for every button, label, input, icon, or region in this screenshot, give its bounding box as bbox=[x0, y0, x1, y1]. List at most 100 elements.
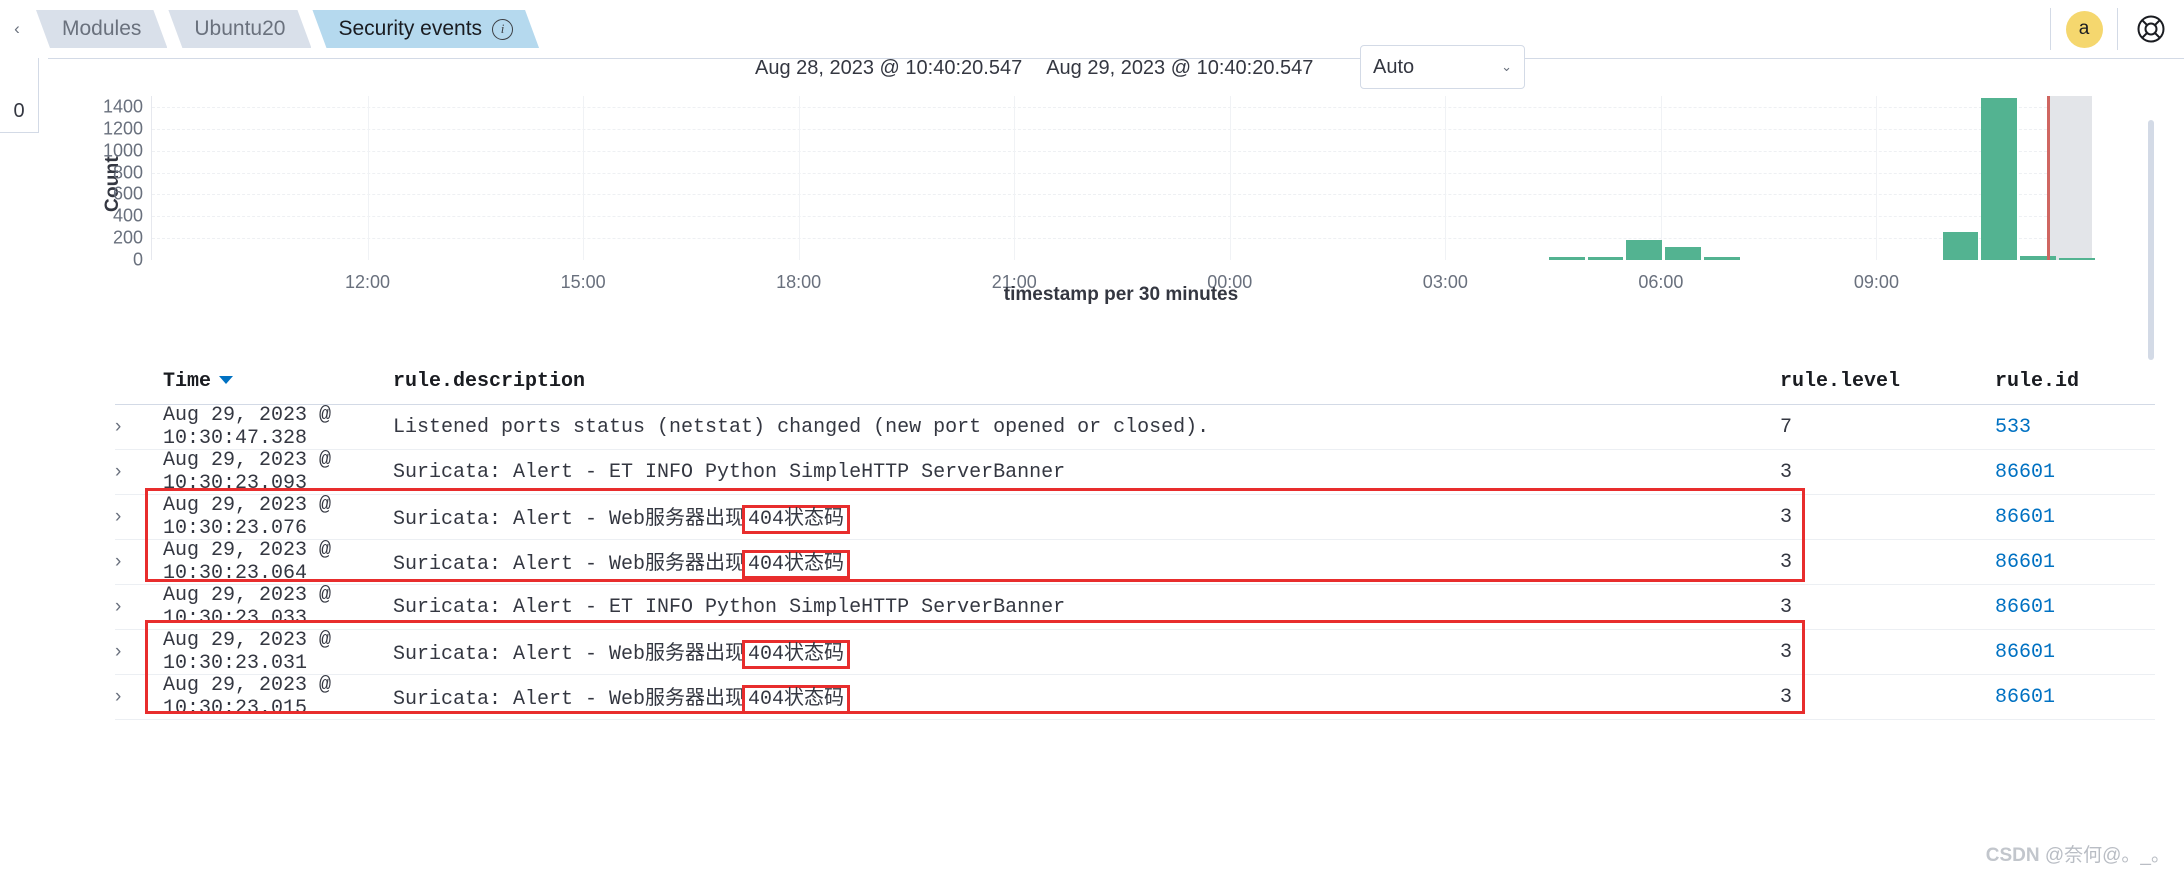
cell-rule-level: 7 bbox=[1780, 415, 1793, 439]
lifebuoy-icon bbox=[2137, 15, 2165, 43]
description-text: Suricata: Alert - ET INFO Python SimpleH… bbox=[393, 595, 1066, 619]
chart-gridline bbox=[152, 216, 2092, 218]
expand-row-icon[interactable]: › bbox=[115, 641, 163, 663]
cell-rule-id: 86601 bbox=[1995, 551, 2155, 574]
annotation-highlight: 404状态码 bbox=[742, 549, 851, 579]
chart-vertical-gridline bbox=[1445, 96, 1447, 260]
breadcrumb-label: Security events bbox=[338, 17, 483, 40]
description-text: Suricata: Alert - Web服务器出现 bbox=[393, 642, 746, 666]
column-header-rule-description[interactable]: rule.description bbox=[393, 370, 1780, 393]
chart-bar[interactable] bbox=[1981, 98, 2018, 260]
chart-y-tick: 1000 bbox=[102, 140, 143, 161]
expand-row-icon[interactable]: › bbox=[115, 686, 163, 708]
chart-now-marker bbox=[2047, 96, 2051, 260]
cell-rule-level: 3 bbox=[1780, 460, 1793, 484]
table-row[interactable]: › Aug 29, 2023 @ 10:30:23.015 Suricata: Al… bbox=[115, 674, 2155, 720]
table-row[interactable]: › Aug 29, 2023 @ 10:30:47.328 Listened por… bbox=[115, 404, 2155, 450]
table-row[interactable]: › Aug 29, 2023 @ 10:30:23.033 Suricata: Al… bbox=[115, 584, 2155, 630]
cell-rule-id: 533 bbox=[1995, 416, 2155, 439]
chevron-down-icon: ⌄ bbox=[1501, 59, 1512, 74]
breadcrumb-item-modules[interactable]: Modules bbox=[36, 10, 167, 48]
chart-y-tick: 600 bbox=[112, 183, 143, 204]
back-caret-icon[interactable]: ‹ bbox=[0, 0, 34, 58]
rule-id-link[interactable]: 86601 bbox=[1995, 686, 2055, 709]
sort-desc-icon[interactable] bbox=[219, 376, 234, 385]
header-actions: a bbox=[2050, 0, 2184, 58]
expand-row-icon[interactable]: › bbox=[115, 416, 163, 438]
interval-label: Auto bbox=[1373, 55, 1415, 78]
chart-bar[interactable] bbox=[2020, 255, 2057, 260]
column-header-label: Time bbox=[163, 369, 212, 393]
expand-row-icon[interactable]: › bbox=[115, 461, 163, 483]
cell-rule-description: Suricata: Alert - Web服务器出现 404状态码 bbox=[393, 636, 1780, 669]
description-text: Suricata: Alert - Web服务器出现 bbox=[393, 552, 746, 576]
rule-id-link[interactable]: 86601 bbox=[1995, 551, 2055, 574]
chart-y-tick: 1200 bbox=[102, 118, 143, 139]
column-header-rule-id[interactable]: rule.id bbox=[1995, 370, 2155, 393]
chart-vertical-gridline bbox=[1229, 96, 1231, 260]
table-row[interactable]: › Aug 29, 2023 @ 10:30:23.093 Suricata: Al… bbox=[115, 449, 2155, 495]
chart-bar[interactable] bbox=[1942, 231, 1979, 260]
description-text: Suricata: Alert - Web服务器出现 bbox=[393, 507, 746, 531]
chart-bar[interactable] bbox=[1587, 256, 1624, 260]
table-row[interactable]: › Aug 29, 2023 @ 10:30:23.076 Suricata: Al… bbox=[115, 494, 2155, 540]
table-body: › Aug 29, 2023 @ 10:30:47.328 Listened por… bbox=[115, 404, 2155, 720]
chart-now-shade bbox=[2047, 96, 2092, 260]
chart-bar[interactable] bbox=[1704, 256, 1740, 260]
chart-y-tick: 400 bbox=[112, 205, 143, 226]
chart-gridline bbox=[152, 194, 2092, 196]
rule-id-link[interactable]: 86601 bbox=[1995, 641, 2055, 664]
chart-vertical-gridline bbox=[367, 96, 369, 260]
chart-x-axis-title: timestamp per 30 minutes bbox=[1003, 284, 1239, 305]
help-button[interactable] bbox=[2118, 0, 2184, 58]
column-header-rule-level[interactable]: rule.level bbox=[1780, 370, 1995, 393]
annotation-highlight: 404状态码 bbox=[742, 504, 851, 534]
cell-time: Aug 29, 2023 @ 10:30:23.064 bbox=[163, 539, 332, 585]
breadcrumb-item-ubuntu20[interactable]: Ubuntu20 bbox=[168, 10, 311, 48]
breadcrumb-label: Modules bbox=[62, 17, 142, 40]
rule-id-link[interactable]: 86601 bbox=[1995, 596, 2055, 619]
description-text: Listened ports status (netstat) changed … bbox=[393, 415, 1210, 439]
time-range-end[interactable]: Aug 29, 2023 @ 10:40:20.547 bbox=[1046, 57, 1313, 80]
events-table: Time rule.description rule.level rule.id… bbox=[115, 358, 2155, 720]
chart-y-tick: 800 bbox=[112, 162, 143, 183]
cell-rule-level: 3 bbox=[1780, 685, 1793, 709]
chart-bar[interactable] bbox=[1626, 240, 1663, 260]
chart-gridline bbox=[152, 172, 2092, 174]
column-header-time[interactable]: Time bbox=[163, 370, 393, 393]
chart-bar[interactable] bbox=[1548, 256, 1585, 260]
main-panel: Aug 28, 2023 @ 10:40:20.547 Aug 29, 2023… bbox=[95, 45, 2156, 873]
time-range-start[interactable]: Aug 28, 2023 @ 10:40:20.547 bbox=[755, 57, 1022, 80]
chart-vertical-gridline bbox=[1876, 96, 1878, 260]
watermark-text: @奈何@。_。 bbox=[2039, 845, 2170, 866]
chart-bar[interactable] bbox=[2059, 257, 2095, 260]
table-header-row: Time rule.description rule.level rule.id bbox=[115, 358, 2155, 405]
expand-row-icon[interactable]: › bbox=[115, 506, 163, 528]
avatar[interactable]: a bbox=[2065, 10, 2103, 48]
expand-row-icon[interactable]: › bbox=[115, 551, 163, 573]
rule-id-link[interactable]: 86601 bbox=[1995, 461, 2055, 484]
breadcrumb-item-security-events[interactable]: Security events i bbox=[312, 10, 539, 48]
chart-vertical-gridline bbox=[1660, 96, 1662, 260]
cell-rule-description: Suricata: Alert - Web服务器出现 404状态码 bbox=[393, 501, 1780, 534]
chart-gridline bbox=[152, 238, 2092, 240]
cell-rule-level: 3 bbox=[1780, 595, 1793, 619]
chart-plot-area[interactable]: 0 200 400 600 800 1000 1200 1400 12:00 15:00 18:00… bbox=[103, 96, 2095, 292]
chart-bar[interactable] bbox=[1665, 246, 1702, 260]
watermark: CSDN @奈何@。_。 bbox=[1986, 840, 2170, 867]
cell-rule-description: Suricata: Alert - Web服务器出现 404状态码 bbox=[393, 681, 1780, 714]
cell-rule-level: 3 bbox=[1780, 640, 1793, 664]
description-text: Suricata: Alert - Web服务器出现 bbox=[393, 687, 746, 711]
table-row[interactable]: › Aug 29, 2023 @ 10:30:23.031 Suricata: Al… bbox=[115, 629, 2155, 675]
info-icon[interactable]: i bbox=[492, 19, 513, 40]
chart-vertical-gridline bbox=[1014, 96, 1016, 260]
cell-rule-level: 3 bbox=[1780, 550, 1793, 574]
expand-row-icon[interactable]: › bbox=[115, 596, 163, 618]
chart-scrollbar[interactable] bbox=[2148, 120, 2154, 360]
rule-id-link[interactable]: 86601 bbox=[1995, 506, 2055, 529]
rule-id-link[interactable]: 533 bbox=[1995, 416, 2031, 439]
left-rail: 0 bbox=[0, 58, 48, 873]
chart-gridline bbox=[152, 150, 2092, 152]
table-row[interactable]: › Aug 29, 2023 @ 10:30:23.064 Suricata: Al… bbox=[115, 539, 2155, 585]
avatar-cell[interactable]: a bbox=[2051, 0, 2117, 58]
